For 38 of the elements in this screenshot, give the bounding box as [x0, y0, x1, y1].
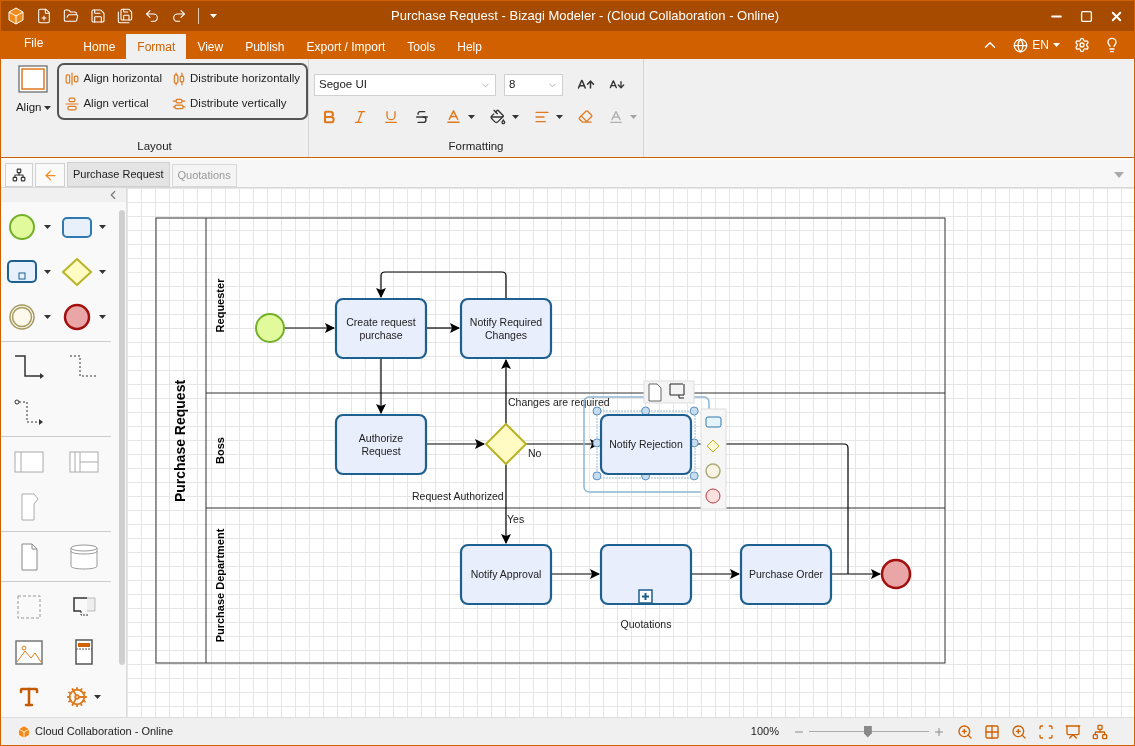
flow-label: Request Authorized: [412, 490, 504, 502]
pool-label: Purchase Request: [172, 379, 188, 503]
flow-label: Changes are required: [508, 396, 610, 408]
flow-label: No: [528, 447, 542, 459]
document-tab[interactable]: Quotations: [171, 164, 237, 187]
layout-button[interactable]: Distribute horizontally: [172, 70, 300, 88]
group-label: Formatting: [447, 138, 505, 154]
language-label[interactable]: EN: [1032, 36, 1049, 54]
ribbon-tab[interactable]: Home: [72, 34, 127, 59]
layout-button[interactable]: Distribute vertically: [172, 95, 300, 113]
status-text: Cloud Collaboration - Online: [35, 724, 174, 740]
group-label: Layout: [136, 138, 173, 154]
lane-label: Requester: [214, 278, 226, 333]
document-tab[interactable]: Purchase Request: [67, 162, 170, 187]
ribbon-tab[interactable]: Publish: [234, 34, 296, 59]
window-title: Purchase Request - Bizagi Modeler - (Cloud Collaboration - Online): [390, 7, 780, 26]
font-dropdown[interactable]: Segoe UI: [314, 74, 496, 96]
ribbon-tab[interactable]: Tools: [396, 34, 447, 59]
lane-label: Purchase Department: [214, 528, 226, 643]
file-menu[interactable]: File: [1, 31, 67, 59]
task-label: Notify Approval: [470, 568, 542, 581]
ribbon-tab[interactable]: Export / Import: [295, 34, 397, 59]
layout-button[interactable]: Align vertical: [65, 95, 163, 113]
ribbon-tab[interactable]: Format: [126, 34, 187, 59]
task-label: Purchase Order: [748, 568, 824, 581]
zoom-level: 100%: [750, 724, 779, 740]
lane-label: Boss: [214, 437, 226, 464]
font-size-dropdown[interactable]: 8: [504, 74, 563, 96]
task-label: Notify Required Changes: [468, 315, 544, 342]
align-label[interactable]: Align: [15, 99, 42, 117]
layout-button[interactable]: Align horizontal: [65, 70, 163, 88]
ribbon-tab[interactable]: View: [186, 34, 235, 59]
task-label: Notify Rejection: [609, 438, 683, 451]
subprocess-label: Quotations: [620, 618, 672, 630]
task-label: Create request purchase: [345, 315, 417, 342]
task-label: Authorize Request: [357, 431, 405, 458]
ribbon-tab[interactable]: Help: [446, 34, 493, 59]
flow-label: Yes: [507, 513, 525, 525]
